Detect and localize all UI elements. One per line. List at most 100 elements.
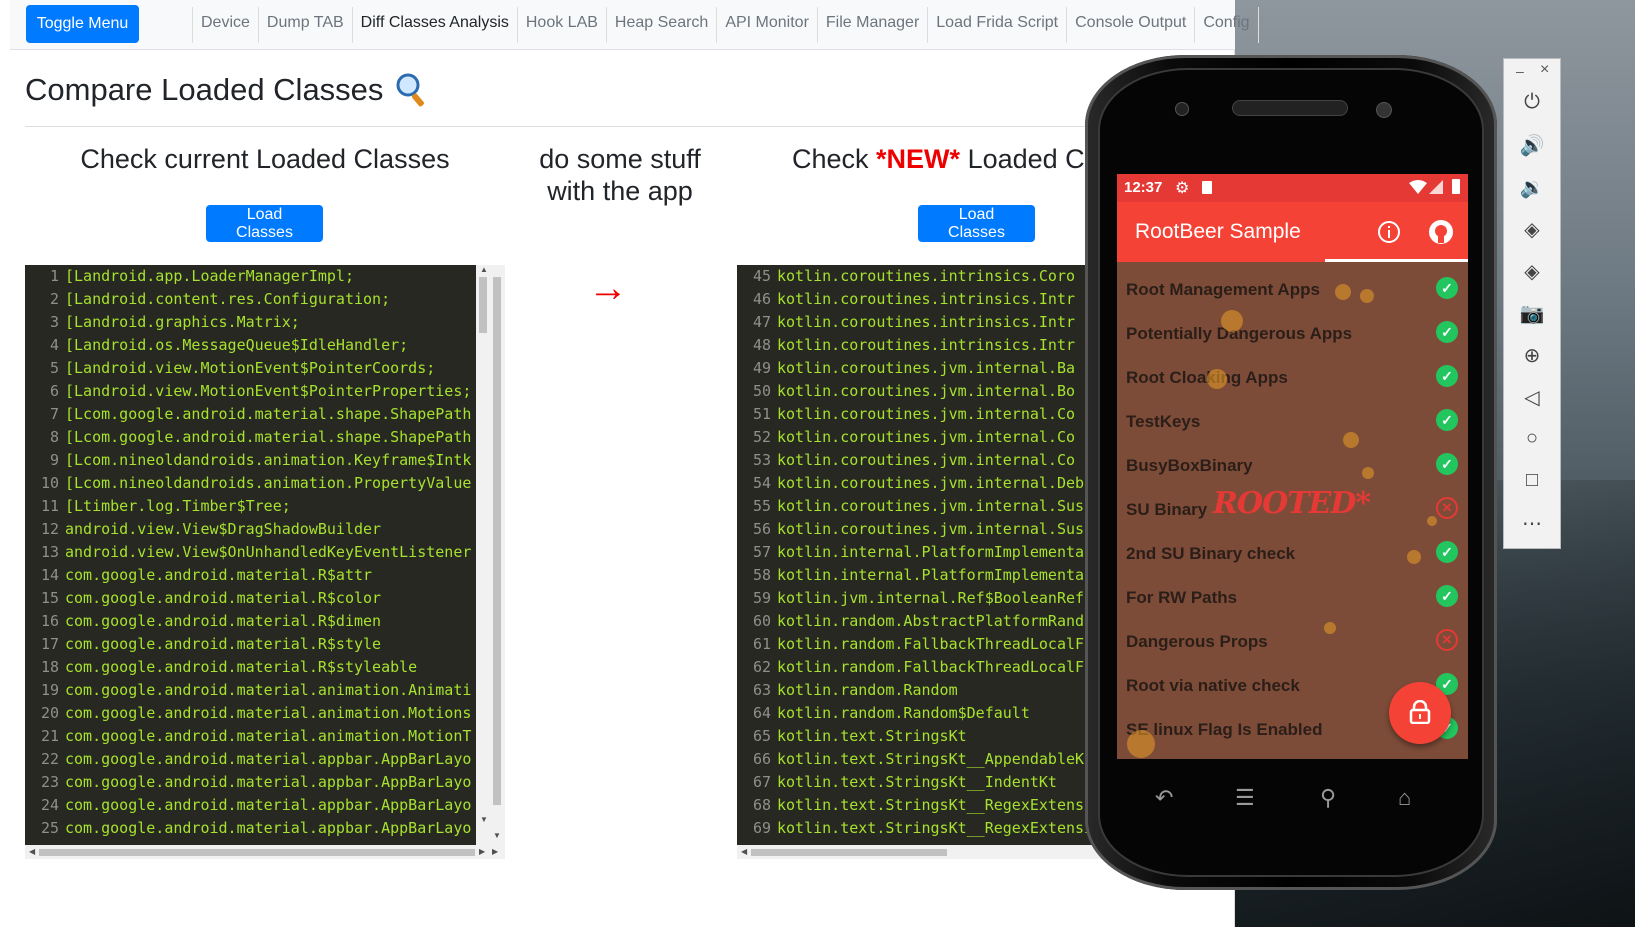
tab-api-monitor[interactable]: API Monitor (717, 7, 818, 43)
front-camera (1376, 102, 1392, 118)
volume-up-icon[interactable]: 🔊 (1504, 133, 1560, 158)
code-line: 22 com.google.android.material.appbar.App… (25, 748, 476, 771)
check-passed-icon: ✓ (1436, 541, 1458, 563)
scroll-down-arrow-icon[interactable]: ▼ (480, 815, 488, 824)
class-name: kotlin.coroutines.jvm.internal.Ba (777, 359, 1076, 377)
left-scroll-thumb-b[interactable] (493, 277, 501, 805)
info-icon[interactable] (1377, 220, 1401, 244)
class-name: kotlin.coroutines.jvm.internal.Co (777, 451, 1076, 469)
tab-device[interactable]: Device (193, 7, 259, 43)
code-line: 8 [Lcom.google.android.material.shape.Sha… (25, 426, 476, 449)
check-label: Root Management Apps (1126, 280, 1320, 299)
class-name: kotlin.coroutines.jvm.internal.Co (777, 428, 1076, 446)
new-classes-editor[interactable]: 45 kotlin.coroutines.intrinsics.Coro 46 kot… (737, 265, 1137, 845)
rotate-right-icon[interactable]: ◈ (1504, 259, 1560, 284)
code-line: 3 [Landroid.graphics.Matrix; (25, 311, 476, 334)
scroll-down-arrow-icon[interactable]: ▼ (493, 831, 501, 840)
settings-gear-icon: ⚙ (1175, 180, 1190, 197)
line-number: 2 (49, 290, 59, 308)
camera-icon[interactable]: 📷 (1504, 301, 1560, 326)
volume-down-icon[interactable]: 🔉 (1504, 175, 1560, 200)
check-label: Root via native check (1126, 676, 1300, 695)
power-icon[interactable]: ⏻ (1504, 91, 1560, 114)
code-line: 49 kotlin.coroutines.jvm.internal.Ba (737, 357, 1137, 380)
scroll-up-arrow-icon[interactable]: ▲ (480, 265, 488, 274)
class-name: com.google.android.material.R$dimen (65, 612, 382, 630)
overview-icon[interactable]: □ (1504, 469, 1560, 492)
bubble (1407, 550, 1421, 564)
scroll-left-arrow-icon[interactable]: ◀ (29, 847, 35, 856)
menu-key-icon[interactable]: ☰ (1235, 785, 1255, 811)
line-number: 5 (49, 359, 59, 377)
left-hscroll-thumb[interactable] (39, 849, 475, 856)
check-label: SU Binary (1126, 500, 1208, 519)
class-name: kotlin.text.StringsKt__RegexExtensi (777, 819, 1094, 837)
github-icon[interactable] (1428, 219, 1454, 245)
scroll-left-arrow-icon[interactable]: ◀ (741, 847, 747, 856)
class-name: kotlin.jvm.internal.Ref$BooleanRef (777, 589, 1085, 607)
root-check-row: BusyBoxBinary ✓ (1117, 443, 1468, 487)
check-passed-icon: ✓ (1436, 277, 1458, 299)
minimize-button[interactable]: – (1516, 63, 1524, 79)
more-icon[interactable]: ⋯ (1504, 511, 1560, 536)
home-icon[interactable]: ○ (1504, 427, 1560, 450)
right-heading-prefix: Check (792, 144, 877, 174)
code-line: 51 kotlin.coroutines.jvm.internal.Co (737, 403, 1137, 426)
tab-diff-classes-analysis[interactable]: Diff Classes Analysis (353, 7, 518, 43)
left-editor-vertical-scrollbar[interactable]: ▲ ▼ ▼ (476, 265, 505, 845)
class-name: com.google.android.material.appbar.AppBa… (65, 819, 472, 837)
phone-screen[interactable]: 12:37 ⚙ RootBeer Sample Root Management … (1117, 174, 1468, 759)
left-editor-horizontal-scrollbar[interactable]: ◀ ▶ ▶ (25, 845, 505, 859)
line-number: 58 (752, 566, 771, 584)
code-line: 45 kotlin.coroutines.intrinsics.Coro (737, 265, 1137, 288)
code-line: 2 [Landroid.content.res.Configuration; (25, 288, 476, 311)
line-number: 1 (49, 267, 59, 285)
code-line: 10 [Lcom.nineoldandroids.animation.Proper… (25, 472, 476, 495)
load-classes-button-right[interactable]: Load Classes (918, 205, 1035, 242)
back-icon[interactable]: ◁ (1504, 385, 1560, 410)
toggle-menu-button[interactable]: Toggle Menu (26, 5, 139, 43)
line-number: 50 (752, 382, 771, 400)
right-hscroll-thumb[interactable] (751, 849, 947, 856)
code-line: 19 com.google.android.material.animation.… (25, 679, 476, 702)
code-line: 68 kotlin.text.StringsKt__RegexExtens (737, 794, 1137, 817)
home-key-icon[interactable]: ⌂ (1398, 785, 1411, 811)
class-name: kotlin.random.AbstractPlatformRand (777, 612, 1085, 630)
search-key-icon[interactable]: ⚲ (1320, 785, 1336, 811)
back-key-icon[interactable]: ↶ (1155, 785, 1173, 811)
load-classes-button-left[interactable]: Load Classes (206, 205, 323, 242)
class-name: kotlin.text.StringsKt__RegexExtens (777, 796, 1085, 814)
rotate-left-icon[interactable]: ◈ (1504, 217, 1560, 242)
left-scroll-thumb-a[interactable] (479, 277, 487, 333)
right-editor-horizontal-scrollbar[interactable]: ◀ (737, 845, 1137, 859)
current-classes-editor[interactable]: 1 [Landroid.app.LoaderManagerImpl; 2 [Landr… (25, 265, 476, 845)
close-button[interactable]: × (1540, 61, 1549, 79)
lock-icon (1409, 700, 1431, 724)
tab-dump-tab[interactable]: Dump TAB (259, 7, 353, 43)
tab-config[interactable]: Config (1195, 7, 1259, 43)
unlock-fab-button[interactable] (1389, 682, 1451, 744)
root-check-row: Potentially Dangerous Apps ✓ (1117, 311, 1468, 355)
tab-hook-lab[interactable]: Hook LAB (518, 7, 607, 43)
tab-console-output[interactable]: Console Output (1067, 7, 1196, 43)
check-label: Dangerous Props (1126, 632, 1268, 651)
code-line: 15 com.google.android.material.R$color (25, 587, 476, 610)
class-name: kotlin.text.StringsKt (777, 727, 967, 745)
line-number: 3 (49, 313, 59, 331)
scroll-right-arrow-icon[interactable]: ▶ (479, 847, 485, 856)
web-page: Toggle Menu Device Dump TAB Diff Classes A… (0, 0, 1259, 927)
wifi-icon (1409, 180, 1427, 194)
code-line: 54 kotlin.coroutines.jvm.internal.Deb (737, 472, 1137, 495)
class-name: com.google.android.material.animation.Mo… (65, 727, 472, 745)
zoom-icon[interactable]: ⊕ (1504, 343, 1560, 368)
tab-file-manager[interactable]: File Manager (818, 7, 929, 43)
sd-card-icon (1202, 181, 1212, 194)
code-line: 57 kotlin.internal.PlatformImplementa (737, 541, 1137, 564)
line-number: 24 (40, 796, 59, 814)
class-name: com.google.android.material.appbar.AppBa… (65, 750, 472, 768)
root-check-row: TestKeys ✓ (1117, 399, 1468, 443)
scroll-right-arrow-icon[interactable]: ▶ (492, 847, 498, 856)
tab-heap-search[interactable]: Heap Search (607, 7, 718, 43)
tab-load-frida-script[interactable]: Load Frida Script (928, 7, 1068, 43)
class-name: com.google.android.material.appbar.AppBa… (65, 773, 472, 791)
